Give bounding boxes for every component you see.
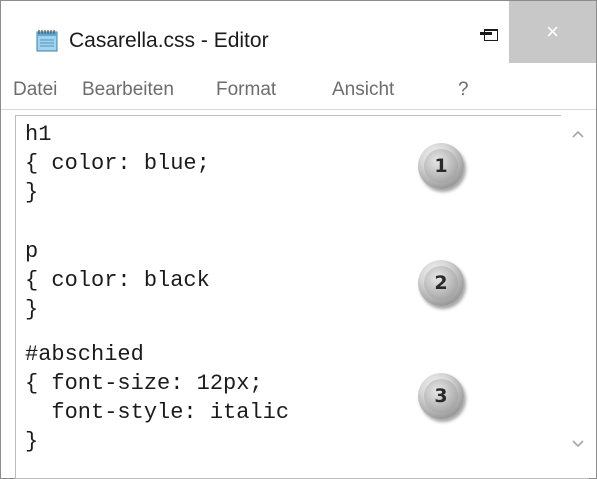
chevron-down-icon[interactable] — [570, 435, 586, 451]
code-line: #abschied — [25, 342, 144, 367]
title-bar[interactable]: Casarella.css - Editor × — [1, 1, 596, 63]
menu-ansicht[interactable]: Ansicht — [332, 79, 394, 101]
close-button[interactable]: × — [509, 1, 596, 63]
menu-bar: Datei Bearbeiten Format Ansicht ? — [1, 63, 596, 110]
menu-help[interactable]: ? — [458, 79, 469, 101]
code-line: { font-size: 12px; — [25, 371, 263, 396]
code-line: { color: blue; — [25, 151, 210, 176]
code-line: } — [25, 180, 39, 205]
code-line: h1 — [25, 122, 52, 147]
menu-bearbeiten[interactable]: Bearbeiten — [82, 79, 174, 101]
callout-badge-1: 1 — [418, 143, 464, 189]
maximize-button[interactable] — [484, 29, 498, 41]
badge-number: 1 — [424, 149, 458, 183]
text-editor-area[interactable]: h1 { color: blue; } p { color: black } #… — [15, 115, 589, 479]
vertical-scrollbar[interactable] — [561, 115, 596, 477]
badge-number: 3 — [424, 379, 458, 413]
callout-badge-3: 3 — [418, 373, 464, 419]
badge-number: 2 — [424, 266, 458, 300]
code-line: } — [25, 429, 39, 454]
callout-badge-2: 2 — [418, 260, 464, 306]
chevron-up-icon[interactable] — [570, 127, 586, 143]
close-icon: × — [546, 19, 559, 44]
code-line: } — [25, 297, 39, 322]
window-title: Casarella.css - Editor — [69, 29, 269, 52]
notepad-window: Casarella.css - Editor × Datei Bearbeite… — [0, 0, 597, 479]
code-line: p — [25, 239, 39, 264]
code-line: { color: black — [25, 268, 210, 293]
notepad-icon — [34, 27, 60, 53]
menu-datei[interactable]: Datei — [13, 79, 57, 101]
menu-format[interactable]: Format — [216, 79, 276, 101]
code-line: font-style: italic — [25, 400, 290, 425]
